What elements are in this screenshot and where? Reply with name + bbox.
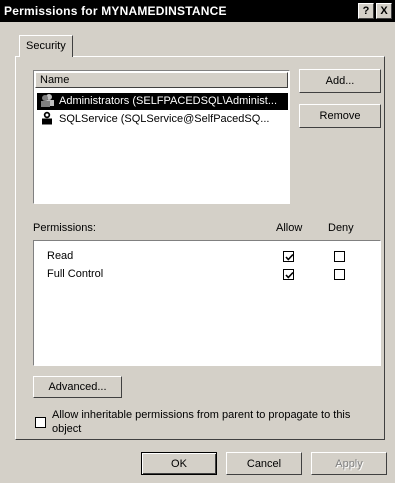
list-item-label: SQLService (SQLService@SelfPacedSQ... <box>59 113 270 125</box>
inherit-permissions-checkbox[interactable] <box>35 417 46 428</box>
list-item-sqlservice[interactable]: SQLService (SQLService@SelfPacedSQ... <box>37 111 288 128</box>
inherit-permissions-label-line1: Allow inheritable permissions from paren… <box>52 409 351 421</box>
full-control-allow-checkbox[interactable] <box>283 269 294 280</box>
inherit-permissions-label-line2: object <box>52 423 82 435</box>
user-icon <box>39 111 55 125</box>
check-icon <box>285 271 294 279</box>
read-allow-checkbox[interactable] <box>283 251 294 262</box>
permissions-label: Permissions: <box>33 222 96 234</box>
permission-read-label: Read <box>47 250 74 262</box>
check-icon <box>285 253 294 261</box>
window-title: Permissions for MYNAMEDINSTANCE <box>4 4 227 18</box>
tab-security[interactable]: Security <box>19 35 73 57</box>
help-button[interactable]: ? <box>358 3 374 19</box>
ok-button[interactable]: OK <box>141 452 217 475</box>
remove-button[interactable]: Remove <box>299 104 381 128</box>
apply-button[interactable]: Apply <box>311 452 387 475</box>
read-deny-checkbox[interactable] <box>334 251 345 262</box>
cancel-button[interactable]: Cancel <box>226 452 302 475</box>
close-button[interactable]: X <box>376 3 392 19</box>
advanced-button[interactable]: Advanced... <box>33 376 122 398</box>
permissions-list <box>33 240 381 366</box>
allow-column-label: Allow <box>276 222 303 234</box>
names-listbox[interactable] <box>33 70 290 204</box>
group-user-icon <box>39 93 55 107</box>
title-bar: Permissions for MYNAMEDINSTANCE ? X <box>0 0 395 22</box>
name-column-header[interactable]: Name <box>35 72 288 88</box>
list-item-label: Administrators (SELFPACEDSQL\Administ... <box>59 95 278 107</box>
full-control-deny-checkbox[interactable] <box>334 269 345 280</box>
list-item-administrators[interactable]: Administrators (SELFPACEDSQL\Administ... <box>37 93 288 110</box>
add-button[interactable]: Add... <box>299 69 381 93</box>
permissions-dialog: Permissions for MYNAMEDINSTANCE ? X Secu… <box>0 0 395 483</box>
deny-column-label: Deny <box>328 222 354 234</box>
permission-full-control-label: Full Control <box>47 268 104 280</box>
